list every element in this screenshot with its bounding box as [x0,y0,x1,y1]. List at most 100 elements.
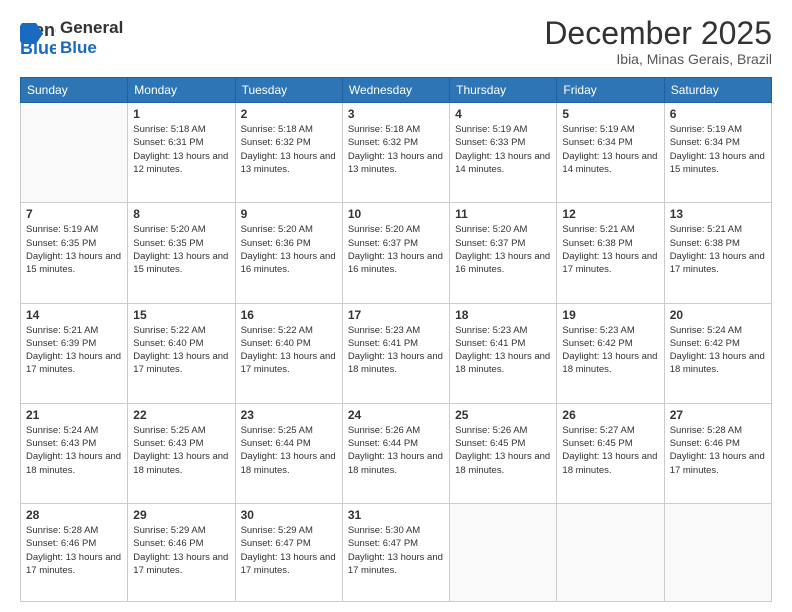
day-info: Sunrise: 5:23 AM Sunset: 6:42 PM Dayligh… [562,324,658,377]
table-row: 6 Sunrise: 5:19 AM Sunset: 6:34 PM Daylig… [664,103,771,203]
day-info: Sunrise: 5:18 AM Sunset: 6:31 PM Dayligh… [133,123,229,176]
col-thursday: Thursday [450,78,557,103]
table-row: 21Sunrise: 5:24 AM Sunset: 6:43 PM Dayli… [21,403,128,503]
day-number: 28 [26,508,122,522]
day-number: 22 [133,408,229,422]
calendar-week-row: 14 Sunrise: 5:21 AM Sunset: 6:39 PM Dayli… [21,303,772,403]
table-row: 1 Sunrise: 5:18 AM Sunset: 6:31 PM Daylig… [128,103,235,203]
day-number: 12 [562,207,658,221]
page: General Blue General Blue December 2025 … [0,0,792,612]
day-number: 17 [348,308,444,322]
day-info: Sunrise: 5:29 AM Sunset: 6:46 PM Dayligh… [133,524,229,577]
table-row: 30 Sunrise: 5:29 AM Sunset: 6:47 PM Dayli… [235,504,342,602]
day-info: Sunrise: 5:28 AM Sunset: 6:46 PM Dayligh… [26,524,122,577]
day-number: 20 [670,308,766,322]
day-info: Sunrise: 5:19 AM Sunset: 6:34 PM Dayligh… [562,123,658,176]
table-row: 10Sunrise: 5:20 AM Sunset: 6:37 PM Dayli… [342,203,449,303]
table-row: 15 Sunrise: 5:22 AM Sunset: 6:40 PM Dayli… [128,303,235,403]
day-number: 7 [26,207,122,221]
day-number: 11 [455,207,551,221]
table-row: 19Sunrise: 5:23 AM Sunset: 6:42 PM Dayli… [557,303,664,403]
col-sunday: Sunday [21,78,128,103]
title-block: December 2025 Ibia, Minas Gerais, Brazil [544,16,772,67]
header: General Blue General Blue December 2025 … [20,16,772,67]
logo-general-text: General [60,18,123,38]
month-title: December 2025 [544,16,772,51]
day-info: Sunrise: 5:23 AM Sunset: 6:41 PM Dayligh… [348,324,444,377]
day-number: 26 [562,408,658,422]
day-info: Sunrise: 5:22 AM Sunset: 6:40 PM Dayligh… [133,324,229,377]
col-friday: Friday [557,78,664,103]
day-info: Sunrise: 5:19 AM Sunset: 6:33 PM Dayligh… [455,123,551,176]
day-number: 1 [133,107,229,121]
table-row [450,504,557,602]
day-number: 13 [670,207,766,221]
table-row: 26Sunrise: 5:27 AM Sunset: 6:45 PM Dayli… [557,403,664,503]
day-info: Sunrise: 5:22 AM Sunset: 6:40 PM Dayligh… [241,324,337,377]
day-number: 8 [133,207,229,221]
day-info: Sunrise: 5:25 AM Sunset: 6:44 PM Dayligh… [241,424,337,477]
day-number: 5 [562,107,658,121]
table-row: 16 Sunrise: 5:22 AM Sunset: 6:40 PM Dayli… [235,303,342,403]
table-row: 31Sunrise: 5:30 AM Sunset: 6:47 PM Dayli… [342,504,449,602]
day-number: 29 [133,508,229,522]
day-info: Sunrise: 5:29 AM Sunset: 6:47 PM Dayligh… [241,524,337,577]
table-row: 12 Sunrise: 5:21 AM Sunset: 6:38 PM Dayli… [557,203,664,303]
table-row: 27 Sunrise: 5:28 AM Sunset: 6:46 PM Dayli… [664,403,771,503]
table-row: 28 Sunrise: 5:28 AM Sunset: 6:46 PM Dayli… [21,504,128,602]
table-row [557,504,664,602]
day-number: 6 [670,107,766,121]
col-tuesday: Tuesday [235,78,342,103]
day-info: Sunrise: 5:23 AM Sunset: 6:41 PM Dayligh… [455,324,551,377]
day-number: 30 [241,508,337,522]
day-number: 15 [133,308,229,322]
day-number: 2 [241,107,337,121]
table-row: 20 Sunrise: 5:24 AM Sunset: 6:42 PM Dayli… [664,303,771,403]
day-info: Sunrise: 5:25 AM Sunset: 6:43 PM Dayligh… [133,424,229,477]
day-info: Sunrise: 5:24 AM Sunset: 6:42 PM Dayligh… [670,324,766,377]
day-info: Sunrise: 5:21 AM Sunset: 6:39 PM Dayligh… [26,324,122,377]
calendar-week-row: 28 Sunrise: 5:28 AM Sunset: 6:46 PM Dayli… [21,504,772,602]
day-number: 16 [241,308,337,322]
table-row: 29 Sunrise: 5:29 AM Sunset: 6:46 PM Dayli… [128,504,235,602]
day-number: 31 [348,508,444,522]
table-row: 14 Sunrise: 5:21 AM Sunset: 6:39 PM Dayli… [21,303,128,403]
col-saturday: Saturday [664,78,771,103]
day-info: Sunrise: 5:26 AM Sunset: 6:44 PM Dayligh… [348,424,444,477]
table-row [21,103,128,203]
day-info: Sunrise: 5:24 AM Sunset: 6:43 PM Dayligh… [26,424,122,477]
day-info: Sunrise: 5:21 AM Sunset: 6:38 PM Dayligh… [562,223,658,276]
table-row: 13 Sunrise: 5:21 AM Sunset: 6:38 PM Dayli… [664,203,771,303]
day-number: 23 [241,408,337,422]
calendar-week-row: 21Sunrise: 5:24 AM Sunset: 6:43 PM Dayli… [21,403,772,503]
day-info: Sunrise: 5:20 AM Sunset: 6:36 PM Dayligh… [241,223,337,276]
calendar-header-row: Sunday Monday Tuesday Wednesday Thursday… [21,78,772,103]
calendar-table: Sunday Monday Tuesday Wednesday Thursday… [20,77,772,602]
table-row: 22 Sunrise: 5:25 AM Sunset: 6:43 PM Dayli… [128,403,235,503]
day-info: Sunrise: 5:18 AM Sunset: 6:32 PM Dayligh… [241,123,337,176]
table-row: 18 Sunrise: 5:23 AM Sunset: 6:41 PM Dayli… [450,303,557,403]
day-number: 18 [455,308,551,322]
table-row: 2 Sunrise: 5:18 AM Sunset: 6:32 PM Daylig… [235,103,342,203]
day-number: 3 [348,107,444,121]
day-info: Sunrise: 5:19 AM Sunset: 6:34 PM Dayligh… [670,123,766,176]
table-row: 5 Sunrise: 5:19 AM Sunset: 6:34 PM Daylig… [557,103,664,203]
day-number: 27 [670,408,766,422]
table-row: 17 Sunrise: 5:23 AM Sunset: 6:41 PM Dayli… [342,303,449,403]
day-info: Sunrise: 5:20 AM Sunset: 6:37 PM Dayligh… [455,223,551,276]
day-number: 14 [26,308,122,322]
day-number: 4 [455,107,551,121]
col-wednesday: Wednesday [342,78,449,103]
table-row: 11 Sunrise: 5:20 AM Sunset: 6:37 PM Dayli… [450,203,557,303]
logo: General Blue General Blue [20,16,123,60]
day-number: 24 [348,408,444,422]
table-row: 25Sunrise: 5:26 AM Sunset: 6:45 PM Dayli… [450,403,557,503]
day-info: Sunrise: 5:28 AM Sunset: 6:46 PM Dayligh… [670,424,766,477]
table-row: 7Sunrise: 5:19 AM Sunset: 6:35 PM Daylig… [21,203,128,303]
calendar-week-row: 7Sunrise: 5:19 AM Sunset: 6:35 PM Daylig… [21,203,772,303]
day-info: Sunrise: 5:18 AM Sunset: 6:32 PM Dayligh… [348,123,444,176]
table-row: 9Sunrise: 5:20 AM Sunset: 6:36 PM Daylig… [235,203,342,303]
table-row: 23 Sunrise: 5:25 AM Sunset: 6:44 PM Dayli… [235,403,342,503]
table-row: 24 Sunrise: 5:26 AM Sunset: 6:44 PM Dayli… [342,403,449,503]
day-info: Sunrise: 5:21 AM Sunset: 6:38 PM Dayligh… [670,223,766,276]
